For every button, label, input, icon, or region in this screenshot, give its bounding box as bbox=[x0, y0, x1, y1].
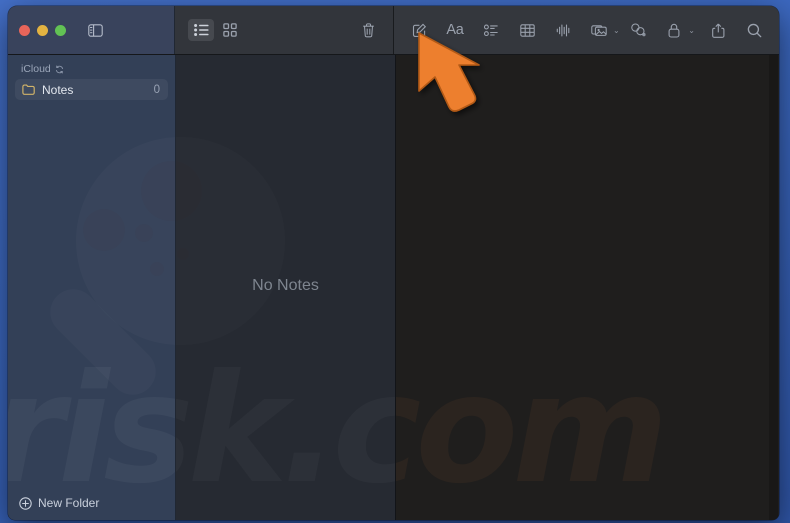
close-button[interactable] bbox=[19, 24, 30, 36]
gallery-view-icon[interactable] bbox=[217, 19, 243, 41]
new-folder-label: New Folder bbox=[38, 496, 100, 510]
sync-icon bbox=[55, 65, 63, 73]
chevron-down-icon: ⌄ bbox=[688, 25, 695, 35]
zoom-button[interactable] bbox=[55, 24, 66, 36]
toolbar-list-section bbox=[175, 6, 394, 54]
table-icon[interactable] bbox=[514, 19, 540, 41]
toolbar-sidebar-section bbox=[8, 6, 175, 54]
lock-menu[interactable]: ⌄ bbox=[661, 19, 695, 41]
checklist-icon[interactable] bbox=[478, 19, 504, 41]
editor-scrollbar[interactable] bbox=[769, 55, 778, 520]
new-folder-button[interactable]: New Folder bbox=[8, 486, 175, 520]
no-notes-label: No Notes bbox=[252, 276, 319, 294]
folders-sidebar: risk.com iCloud bbox=[8, 55, 176, 520]
list-view-icon[interactable] bbox=[188, 19, 214, 41]
sidebar-item-label: Notes bbox=[42, 82, 74, 97]
traffic-lights bbox=[19, 24, 66, 36]
sidebar-item-notes[interactable]: Notes 0 bbox=[15, 79, 168, 100]
folder-icon bbox=[22, 84, 35, 95]
audio-waveform-icon[interactable] bbox=[550, 19, 576, 41]
lock-icon[interactable] bbox=[661, 19, 687, 41]
watermark-editor: risk.com bbox=[396, 55, 779, 520]
notes-list-pane[interactable]: risk.com No Notes bbox=[176, 55, 396, 520]
search-icon[interactable] bbox=[741, 19, 767, 41]
notes-window: Aa ⌄ ⌄ iCloud Notes 0 New Folder No Note… bbox=[8, 6, 779, 520]
sidebar-content: iCloud Notes 0 bbox=[8, 55, 175, 486]
chevron-down-icon: ⌄ bbox=[613, 25, 620, 35]
format-text-icon[interactable]: Aa bbox=[442, 19, 468, 41]
delete-icon[interactable] bbox=[355, 19, 381, 41]
icloud-section-header: iCloud bbox=[8, 61, 175, 79]
toolbar-editor-section: Aa ⌄ ⌄ bbox=[394, 6, 779, 54]
window-body: risk.com iCloud bbox=[8, 55, 779, 520]
plus-circle-icon bbox=[19, 496, 32, 510]
icloud-label: iCloud bbox=[21, 63, 51, 75]
window-toolbar: Aa ⌄ ⌄ bbox=[8, 6, 779, 55]
minimize-button[interactable] bbox=[37, 24, 48, 36]
watermark-text: risk.com bbox=[176, 355, 395, 505]
share-icon[interactable] bbox=[705, 19, 731, 41]
media-menu[interactable]: ⌄ bbox=[586, 19, 620, 41]
sidebar-toggle-icon[interactable] bbox=[82, 19, 108, 41]
folder-note-count: 0 bbox=[153, 83, 160, 96]
note-editor-pane[interactable]: risk.com bbox=[396, 55, 779, 520]
magnifier-icon bbox=[176, 133, 291, 403]
compose-note-icon[interactable] bbox=[406, 19, 432, 41]
collaborate-icon[interactable] bbox=[625, 19, 651, 41]
watermark-text: risk.com bbox=[396, 343, 669, 517]
toolbar-right-group: ⌄ bbox=[625, 19, 767, 41]
media-icon[interactable] bbox=[586, 19, 612, 41]
